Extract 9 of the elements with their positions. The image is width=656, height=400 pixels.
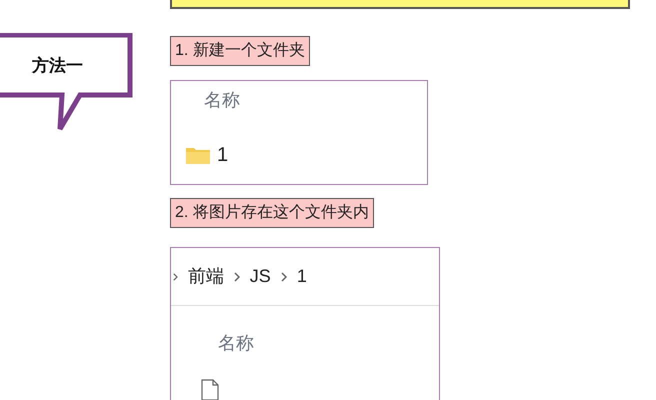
breadcrumb-item[interactable]: 前端 — [188, 263, 224, 290]
column-header[interactable]: 名称 — [204, 90, 240, 110]
folder-name[interactable]: 1 — [217, 140, 228, 170]
column-header[interactable]: 名称 — [218, 333, 254, 353]
breadcrumb-item[interactable]: JS — [250, 263, 271, 290]
callout-label: 方法一 — [32, 55, 83, 77]
breadcrumb-item[interactable]: 1 — [296, 263, 307, 290]
step-label: 2. 将图片存在这个文件夹内 — [170, 198, 374, 228]
step-label: 1. 新建一个文件夹 — [170, 36, 310, 66]
